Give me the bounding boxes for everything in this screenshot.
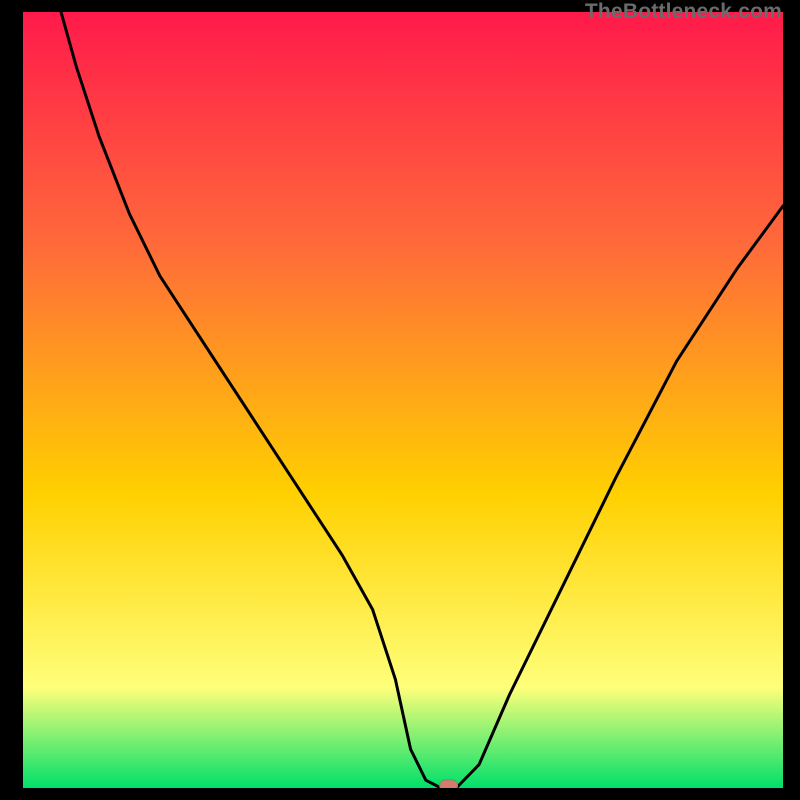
bottleneck-chart	[23, 12, 783, 788]
min-marker	[440, 780, 458, 788]
chart-frame: { "watermark": "TheBottleneck.com", "col…	[0, 0, 800, 800]
watermark-label: TheBottleneck.com	[585, 0, 782, 24]
gradient-bg	[23, 12, 783, 788]
